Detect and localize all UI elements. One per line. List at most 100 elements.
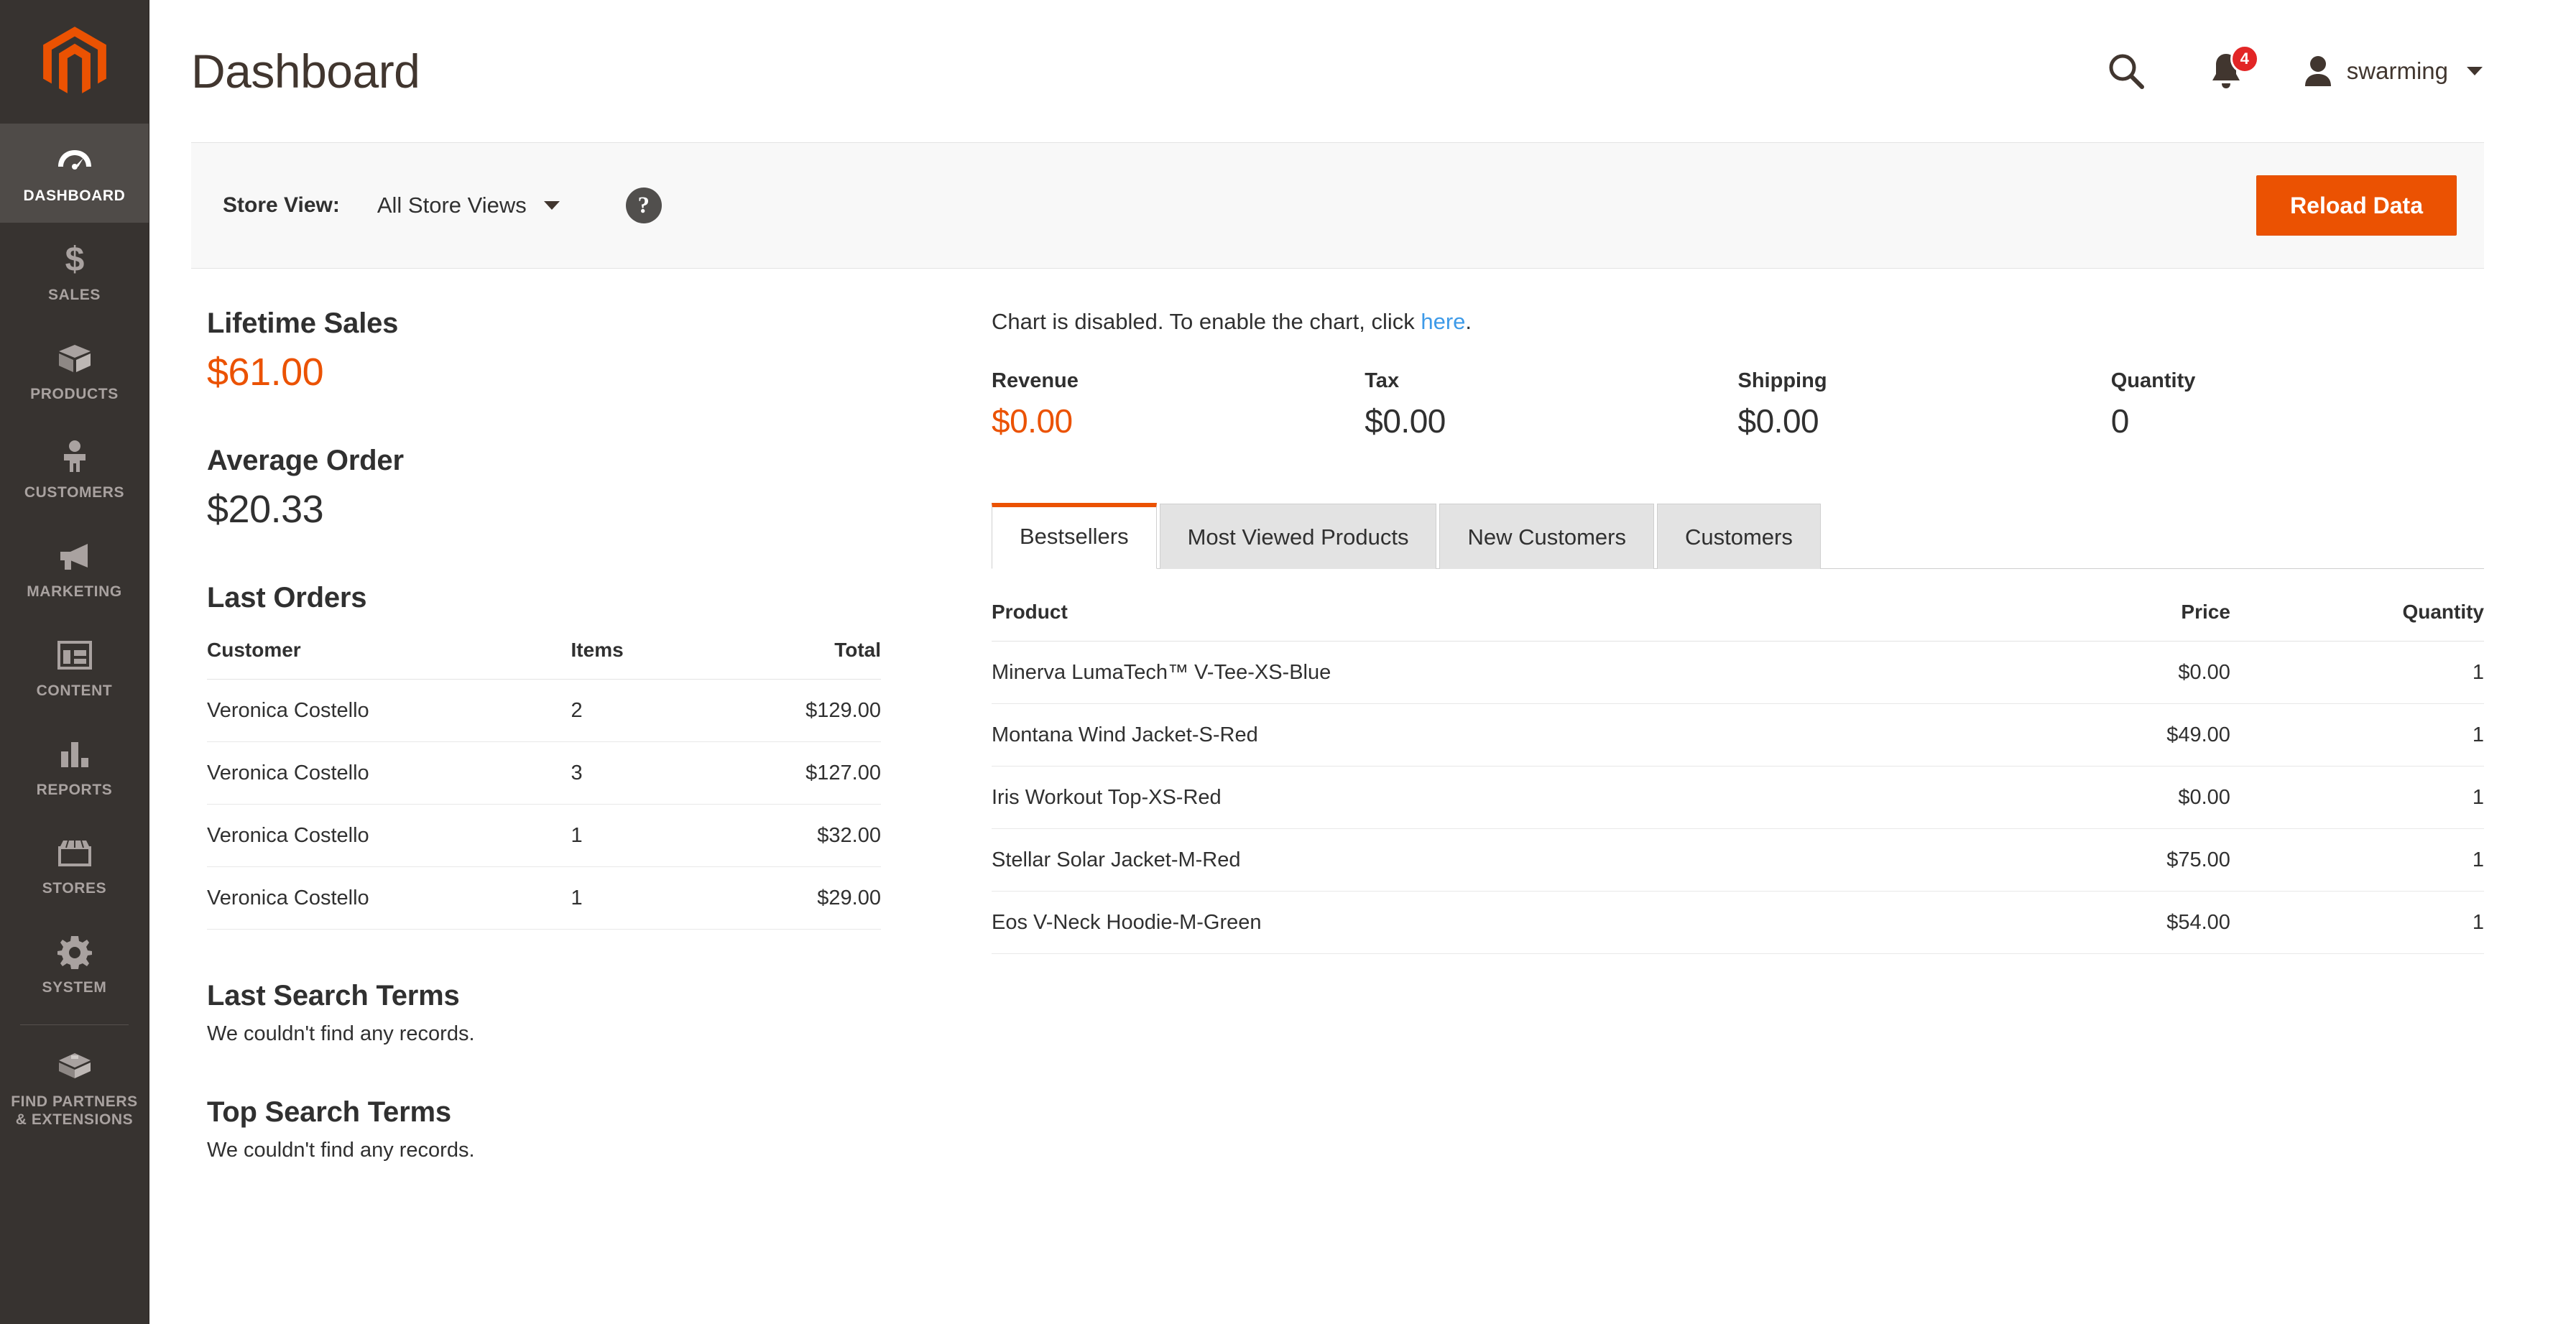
table-header-row: Customer Items Total: [207, 631, 881, 680]
sidebar-item-label: CUSTOMERS: [24, 484, 125, 501]
table-row[interactable]: Eos V-Neck Hoodie-M-Green $54.00 1: [992, 891, 2484, 954]
notification-badge: 4: [2230, 45, 2259, 73]
summary-stat: Tax $0.00: [1365, 369, 1737, 440]
product-price: $0.00: [1916, 641, 2230, 704]
column-header-total: Total: [719, 631, 881, 680]
product-price: $75.00: [1916, 828, 2230, 892]
summary-stat-value: $0.00: [1365, 402, 1446, 440]
table-row[interactable]: Veronica Costello 1 $29.00: [207, 866, 881, 930]
global-search-button[interactable]: [2095, 40, 2157, 102]
chevron-down-icon: [543, 201, 560, 210]
order-customer: Veronica Costello: [207, 741, 571, 805]
header-actions: 4 swarming: [2095, 40, 2483, 102]
summary-stat: Revenue $0.00: [992, 369, 1365, 440]
sidebar-item-label: DASHBOARD: [23, 188, 126, 204]
user-menu-button[interactable]: swarming: [2302, 54, 2483, 88]
table-row[interactable]: Minerva LumaTech™ V-Tee-XS-Blue $0.00 1: [992, 641, 2484, 704]
table-header-row: Product Price Quantity: [992, 593, 2484, 642]
magento-logo[interactable]: [0, 0, 149, 124]
sidebar-item-dashboard[interactable]: DASHBOARD: [0, 124, 149, 223]
top-search-terms-title: Top Search Terms: [207, 1096, 451, 1128]
sidebar-item-sales[interactable]: $ SALES: [0, 223, 149, 322]
tab-bestsellers[interactable]: Bestsellers: [992, 503, 1157, 569]
table-row[interactable]: Stellar Solar Jacket-M-Red $75.00 1: [992, 828, 2484, 892]
store-view-select[interactable]: All Store Views: [377, 193, 560, 218]
search-icon: [2109, 54, 2144, 89]
table-row[interactable]: Iris Workout Top-XS-Red $0.00 1: [992, 766, 2484, 829]
reload-data-button[interactable]: Reload Data: [2256, 175, 2457, 236]
question-mark-icon[interactable]: ?: [625, 188, 662, 223]
order-customer: Veronica Costello: [207, 679, 571, 742]
product-name: Montana Wind Jacket-S-Red: [992, 703, 1917, 767]
person-icon: [54, 436, 96, 478]
admin-sidebar: DASHBOARD $ SALES PRODUCTS CUSTOMERS MAR…: [0, 0, 149, 1324]
tab-most-viewed-products[interactable]: Most Viewed Products: [1159, 504, 1437, 569]
last-orders-table: Customer Items Total Veronica Costello 2 $…: [207, 631, 881, 930]
user-name: swarming: [2346, 57, 2448, 84]
bar-chart-icon: [54, 733, 96, 775]
summary-stat-label: Revenue: [992, 369, 1079, 392]
sidebar-item-find-partners-extensions[interactable]: FIND PARTNERS & EXTENSIONS: [0, 1029, 149, 1147]
bestsellers-tbody: Minerva LumaTech™ V-Tee-XS-Blue $0.00 1 Mon…: [992, 641, 2484, 954]
last-search-terms-empty: We couldn't find any records.: [207, 1022, 475, 1045]
product-name: Minerva LumaTech™ V-Tee-XS-Blue: [992, 641, 1917, 704]
last-orders-tbody: Veronica Costello 2 $129.00 Veronica Costel…: [207, 679, 881, 930]
order-total: $29.00: [719, 866, 881, 930]
last-orders-title: Last Orders: [207, 582, 367, 614]
lifetime-sales-title: Lifetime Sales: [207, 307, 399, 339]
dashboard-left-column: Lifetime Sales $61.00 Average Order $20.…: [191, 269, 967, 1324]
order-customer: Veronica Costello: [207, 804, 571, 867]
sidebar-item-label: CONTENT: [36, 682, 113, 699]
column-header-items: Items: [571, 631, 719, 680]
box-icon: [54, 338, 96, 379]
product-quantity: 1: [2230, 641, 2484, 704]
summary-stats-row: Revenue $0.00 Tax $0.00 Shipping $0.00 Quantit…: [992, 369, 2484, 440]
enable-chart-link[interactable]: here: [1421, 309, 1465, 334]
product-name: Stellar Solar Jacket-M-Red: [992, 828, 1917, 892]
chart-note-suffix: .: [1465, 309, 1472, 334]
summary-stat: Quantity 0: [2111, 369, 2484, 440]
sidebar-item-system[interactable]: SYSTEM: [0, 915, 149, 1014]
table-row[interactable]: Veronica Costello 1 $32.00: [207, 804, 881, 867]
bestsellers-thead: Product Price Quantity: [992, 593, 2484, 642]
average-order-value: $20.33: [207, 488, 324, 531]
sidebar-item-stores[interactable]: STORES: [0, 816, 149, 915]
order-total: $127.00: [719, 741, 881, 805]
tab-customers[interactable]: Customers: [1656, 504, 1821, 569]
tab-new-customers[interactable]: New Customers: [1439, 504, 1654, 569]
sidebar-item-reports[interactable]: REPORTS: [0, 718, 149, 817]
notifications-button[interactable]: 4: [2192, 40, 2261, 102]
sidebar-divider: [20, 1024, 129, 1025]
summary-stat: Shipping $0.00: [1738, 369, 2111, 440]
gear-icon: [54, 931, 96, 973]
product-quantity: 1: [2230, 703, 2484, 767]
user-avatar-icon: [2304, 56, 2331, 86]
chevron-down-icon: [2467, 67, 2483, 75]
last-search-terms-title: Last Search Terms: [207, 980, 460, 1011]
sidebar-item-label: SYSTEM: [42, 979, 107, 996]
sidebar-item-customers[interactable]: CUSTOMERS: [0, 420, 149, 519]
column-header-price: Price: [1916, 593, 2230, 642]
svg-text:$: $: [65, 241, 84, 278]
page-title: Dashboard: [191, 45, 420, 98]
sidebar-nav: DASHBOARD $ SALES PRODUCTS CUSTOMERS MAR…: [0, 124, 149, 1146]
sidebar-item-marketing[interactable]: MARKETING: [0, 519, 149, 619]
dashboard-gauge-icon: [54, 139, 96, 181]
sidebar-item-products[interactable]: PRODUCTS: [0, 322, 149, 421]
table-row[interactable]: Veronica Costello 3 $127.00: [207, 741, 881, 805]
table-row[interactable]: Montana Wind Jacket-S-Red $49.00 1: [992, 703, 2484, 767]
dashboard-tabs: Bestsellers Most Viewed Products New Custo…: [992, 502, 2484, 569]
order-total: $129.00: [719, 679, 881, 742]
table-row[interactable]: Veronica Costello 2 $129.00: [207, 679, 881, 742]
summary-stat-label: Shipping: [1737, 369, 1827, 392]
summary-stat-value: $0.00: [1737, 402, 1819, 440]
product-quantity: 1: [2230, 766, 2484, 829]
summary-stat-label: Tax: [1365, 369, 1400, 392]
magento-admin-app: DASHBOARD $ SALES PRODUCTS CUSTOMERS MAR…: [0, 0, 2576, 1324]
order-items: 2: [571, 679, 719, 742]
product-name: Eos V-Neck Hoodie-M-Green: [992, 891, 1917, 954]
sidebar-item-content[interactable]: CONTENT: [0, 619, 149, 718]
order-total: $32.00: [719, 804, 881, 867]
average-order-title: Average Order: [207, 445, 404, 476]
sidebar-item-label: FIND PARTNERS & EXTENSIONS: [11, 1093, 138, 1128]
